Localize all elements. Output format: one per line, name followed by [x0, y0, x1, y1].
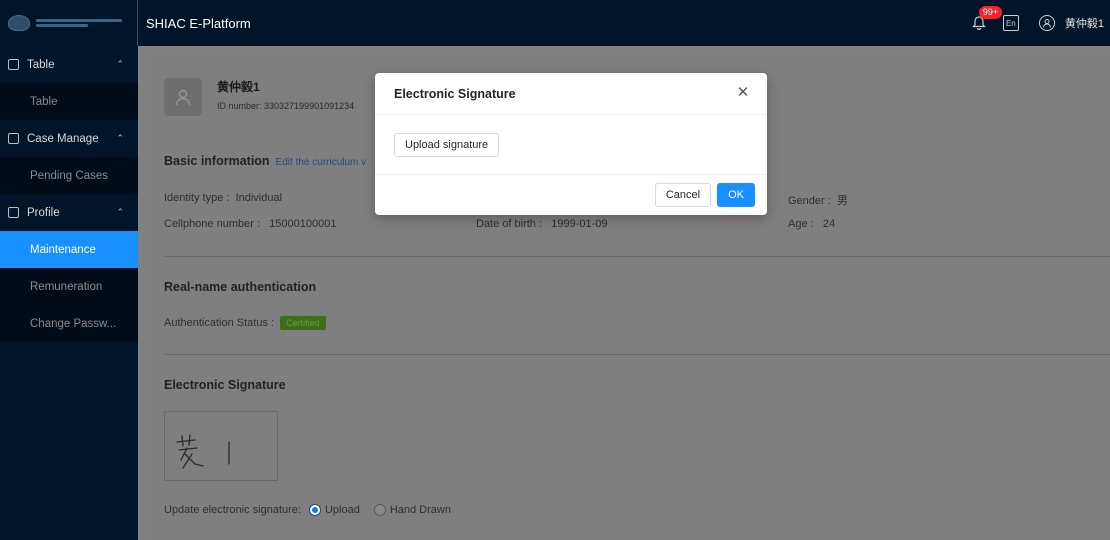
- sidebar-group-label: Table: [27, 58, 55, 71]
- sidebar-item-remuneration[interactable]: Remuneration: [0, 268, 138, 305]
- cellphone-field: Cellphone number : 15000100001: [164, 218, 337, 230]
- user-avatar-icon[interactable]: [1038, 15, 1055, 31]
- modal-header: Electronic Signature: [375, 73, 767, 115]
- electronic-signature-title: Electronic Signature: [164, 378, 286, 392]
- ok-button[interactable]: OK: [717, 183, 755, 207]
- sidebar: Table ⌃ Table Case Manage ⌃ Pending Case…: [0, 46, 138, 540]
- upload-signature-button[interactable]: Upload signature: [394, 133, 500, 157]
- sidebar-item-table[interactable]: Table: [0, 83, 138, 120]
- notification-badge: 99+: [978, 6, 1003, 19]
- profile-icon: [8, 207, 19, 218]
- radio-upload-label[interactable]: Upload: [325, 504, 360, 516]
- radio-hand-drawn-label[interactable]: Hand Drawn: [390, 504, 451, 516]
- profile-id-number: ID number: 330327199901091234: [217, 101, 355, 111]
- sidebar-item-pending-cases[interactable]: Pending Cases: [0, 157, 138, 194]
- dob-field: Date of birth : 1999-01-09: [476, 218, 608, 230]
- radio-upload[interactable]: [308, 504, 321, 516]
- age-field: Age : 24: [788, 218, 836, 230]
- divider: [164, 354, 1110, 355]
- gender-field: Gender : 男: [788, 195, 848, 207]
- case-icon: [8, 133, 19, 144]
- sidebar-group-profile[interactable]: Profile ⌃: [0, 194, 138, 231]
- sidebar-group-label: Profile: [27, 206, 60, 219]
- notification-bell-icon[interactable]: 99+: [971, 6, 1003, 32]
- chevron-up-icon: ⌃: [116, 59, 124, 69]
- chevron-up-icon: ⌃: [116, 133, 124, 143]
- language-switch-button[interactable]: En: [1002, 15, 1019, 31]
- brand-title: SHIAC E-Platform: [146, 15, 251, 31]
- modal-body: Upload signature: [375, 115, 767, 175]
- top-header: SHIAC E-Platform 99+ En 黄仲毅1: [0, 0, 1110, 46]
- profile-name: 黄仲毅1: [217, 80, 260, 94]
- sidebar-item-maintenance[interactable]: Maintenance: [0, 231, 138, 268]
- profile-avatar: [164, 78, 202, 116]
- handwritten-signature-icon: [176, 434, 230, 469]
- table-icon: [8, 59, 19, 70]
- modal-title: Electronic Signature: [394, 86, 516, 101]
- certified-badge: Certified: [280, 316, 326, 330]
- chevron-up-icon: ⌃: [116, 207, 124, 217]
- signature-image: [164, 411, 278, 481]
- logo-emblem-icon: [8, 15, 30, 31]
- update-signature-label: Update electronic signature:: [164, 504, 301, 516]
- auth-status-field: Authentication Status : Certified: [164, 316, 326, 330]
- sidebar-group-table[interactable]: Table ⌃: [0, 46, 138, 83]
- divider: [164, 256, 1110, 257]
- modal-footer: Cancel OK: [654, 183, 755, 207]
- identity-type-field: Identity type : Individual: [164, 192, 283, 204]
- signature-modal: Electronic Signature ✕ Upload signature …: [375, 73, 767, 215]
- signature-mode-radio-group: Update electronic signature: Upload Hand…: [164, 504, 451, 516]
- user-icon: [175, 89, 191, 106]
- cancel-button[interactable]: Cancel: [654, 183, 712, 207]
- basic-info-title: Basic information Edit the curriculum v: [164, 154, 367, 168]
- sidebar-item-change-password[interactable]: Change Passw...: [0, 305, 138, 342]
- sidebar-group-label: Case Manage: [27, 132, 99, 145]
- sidebar-group-case-manage[interactable]: Case Manage ⌃: [0, 120, 138, 157]
- real-name-auth-title: Real-name authentication: [164, 280, 317, 294]
- close-icon[interactable]: ✕: [735, 85, 751, 101]
- radio-hand-drawn[interactable]: [373, 504, 386, 516]
- logo: [0, 0, 138, 46]
- edit-curriculum-link[interactable]: Edit the curriculum v: [276, 157, 367, 168]
- user-name[interactable]: 黄仲毅1: [1065, 15, 1104, 31]
